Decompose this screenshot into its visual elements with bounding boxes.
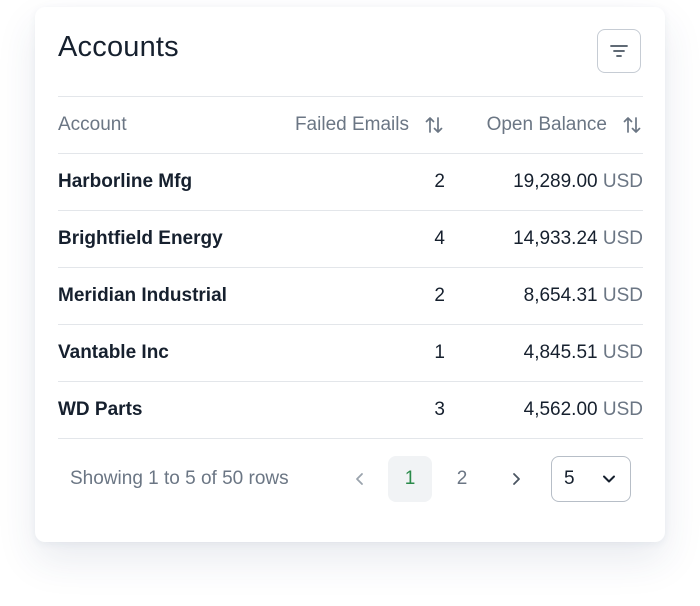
failed-emails-count: 2 [434,285,445,306]
failed-emails-count: 2 [434,171,445,192]
open-balance: 19,289.00 USD [445,154,643,211]
column-header-label: Open Balance [486,114,607,135]
balance-amount: 8,654.31 [523,285,598,306]
account-name: Vantable Inc [58,342,169,363]
table-row[interactable]: Vantable Inc 1 4,845.51 USD [58,325,643,382]
balance-amount: 4,845.51 [523,342,598,363]
failed-emails-count: 3 [434,399,445,420]
sort-arrows-icon[interactable] [423,114,445,136]
failed-emails-count: 1 [434,342,445,363]
column-header-label: Account [58,114,127,135]
open-balance: 4,562.00 USD [445,382,643,439]
page-button-1[interactable]: 1 [388,456,432,502]
table-row[interactable]: Meridian Industrial 2 8,654.31 USD [58,268,643,325]
currency-code: USD [602,285,643,306]
table-row[interactable]: WD Parts 3 4,562.00 USD [58,382,643,439]
chevron-right-icon [513,473,520,485]
currency-code: USD [602,399,643,420]
accounts-card: Accounts Account Failed Emails Open Bala… [35,7,665,542]
page-button-2[interactable]: 2 [440,456,484,502]
table-header-row: Account Failed Emails Open Balance [58,96,643,154]
open-balance: 14,933.24 USD [445,211,643,268]
chevron-down-icon [603,475,615,483]
balance-amount: 14,933.24 [513,228,598,249]
filter-button[interactable] [597,29,641,73]
account-name: Harborline Mfg [58,171,193,192]
currency-code: USD [602,228,643,249]
currency-code: USD [602,342,643,363]
account-name: Meridian Industrial [58,285,227,306]
table-row[interactable]: Harborline Mfg 2 19,289.00 USD [58,154,643,211]
open-balance: 8,654.31 USD [445,268,643,325]
balance-amount: 19,289.00 [513,171,598,192]
filter-lines-icon [610,45,628,57]
rows-per-page-value: 5 [564,468,575,489]
pagination-footer: Showing 1 to 5 of 50 rows 1 2 5 [58,456,643,502]
column-header-label: Failed Emails [294,114,409,135]
account-name: Brightfield Energy [58,228,223,249]
column-header-open-balance[interactable]: Open Balance [445,97,643,154]
open-balance: 4,845.51 USD [445,325,643,382]
column-header-account: Account [58,97,260,154]
currency-code: USD [602,171,643,192]
column-header-failed-emails[interactable]: Failed Emails [260,97,445,154]
sort-arrows-icon[interactable] [621,114,643,136]
next-page-button[interactable] [505,468,527,490]
account-name: WD Parts [58,399,143,420]
failed-emails-count: 4 [434,228,445,249]
accounts-table: Account Failed Emails Open Balance Harbo… [58,96,643,439]
chevron-left-icon [356,473,363,485]
pagination-summary: Showing 1 to 5 of 50 rows [70,468,289,489]
table-row[interactable]: Brightfield Energy 4 14,933.24 USD [58,211,643,268]
balance-amount: 4,562.00 [523,399,598,420]
previous-page-button[interactable] [349,468,371,490]
card-title: Accounts [58,31,179,63]
rows-per-page-select[interactable]: 5 [551,456,631,502]
